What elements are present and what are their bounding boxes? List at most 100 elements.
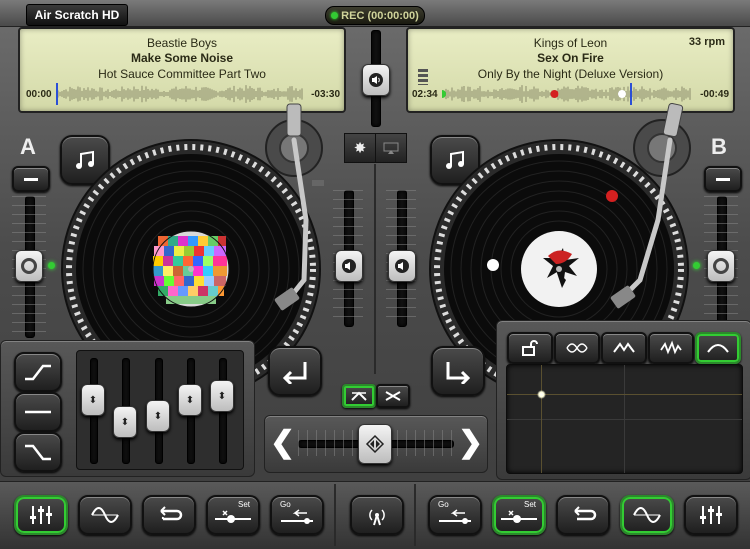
highshelf-icon [25,364,51,381]
deck-b-track: Sex On Fire [537,51,604,65]
airplay-icon [383,142,399,154]
eq-curve-high-button[interactable] [14,352,62,392]
deck-a-eq-button[interactable] [14,495,68,535]
curve-smooth-icon [351,391,367,401]
deck-a-pitch-minus-button[interactable] [12,166,50,192]
filter-phaser-button[interactable] [554,332,600,364]
xy-pad-cursor[interactable] [537,390,546,399]
return-arrow-icon [282,362,307,384]
bottom-divider-right [414,484,416,546]
deck-a-tonearm[interactable] [232,100,332,320]
curve-sharp-icon [385,391,401,401]
sine-wave-icon [91,507,119,523]
filter-flanger-button[interactable] [601,332,647,364]
deck-b-pitch-minus-button[interactable] [704,166,742,192]
deck-b-volume-fader[interactable] [388,250,416,282]
deck-a-filter-button[interactable] [78,495,132,535]
deck-b-pitch-fader[interactable] [707,250,735,282]
spin-marker [487,259,499,271]
return-arrow-icon [446,362,471,384]
filter-xy-pad[interactable] [506,364,743,474]
deck-b-loop-button[interactable] [556,495,610,535]
deck-b-time-remaining: -00:49 [700,89,729,100]
crossfader-knob[interactable] [358,424,392,464]
deck-b-tonearm[interactable] [600,100,700,320]
cue-set-label: Set [524,500,537,509]
cue-marker [550,90,559,98]
leftright-icon [365,434,385,454]
deck-a-return-button[interactable] [268,346,322,396]
master-volume-fader[interactable] [362,64,390,96]
settings-button[interactable]: ✸ [344,133,376,163]
knob-icon [21,258,37,274]
deck-b-artist: Kings of Leon [533,36,608,50]
antenna-icon [369,509,385,526]
updown-icon: ⬍ [120,416,130,428]
crossfader-curve-sharp-button[interactable] [376,384,410,408]
lock-icon [522,340,538,356]
updown-icon: ⬍ [153,410,163,422]
updown-icon: ⬍ [88,394,98,406]
deck-b-cue-set-button[interactable]: Set [492,495,546,535]
go-cue-label: Go [438,500,449,509]
deck-b-list-icon[interactable] [418,69,428,85]
distortion-icon [660,340,682,355]
loop-marker [618,90,626,98]
eq-band-1-fader[interactable]: ⬍ [81,384,105,416]
updown-icon: ⬍ [185,394,195,406]
eq-band-2-fader[interactable]: ⬍ [113,406,137,438]
broadcast-button[interactable] [350,495,404,535]
crossfader-right-arrow[interactable]: ❯ [458,425,483,461]
start-marker [442,90,446,98]
deck-b-letter: B [711,134,727,159]
deck-a-pitch-center-led [48,262,55,269]
airplay-button[interactable] [375,133,407,163]
crossfader-curve-smooth-button[interactable] [342,384,376,408]
deck-b-rpm[interactable]: 33 rpm [689,36,725,48]
phaser-icon [566,343,588,353]
filter-lock-button[interactable] [507,332,553,364]
deck-b-album: Only By the Night (Deluxe Version) [477,67,664,81]
deck-b-return-button[interactable] [431,346,485,396]
minus-icon [24,177,38,181]
app-title: Air Scratch HD [34,8,120,22]
deck-b-filter-button[interactable] [620,495,674,535]
gear-icon: ✸ [353,140,367,157]
sine-wave-icon [633,507,661,523]
eq-band-5-fader[interactable]: ⬍ [210,380,234,412]
deck-a-letter: A [20,134,36,159]
crossfader-left-arrow[interactable]: ❮ [270,425,295,461]
rec-label: REC (00:00:00) [341,9,419,22]
deck-a-track: Make Some Noise [130,51,234,65]
deck-b-time-elapsed: 02:34 [412,89,438,100]
knob-icon [713,258,729,274]
eq-curve-low-button[interactable] [14,432,62,472]
rec-button[interactable]: REC (00:00:00) [325,6,425,25]
flat-icon [25,410,51,414]
eq-curve-flat-button[interactable] [14,392,62,432]
app-title-badge[interactable]: Air Scratch HD [26,4,128,26]
filter-distortion-button[interactable] [648,332,694,364]
loop-icon [160,506,183,521]
deck-a-album: Hot Sauce Committee Part Two [98,67,266,81]
deck-a-loop-button[interactable] [142,495,196,535]
deck-a-time-remaining: -03:30 [311,89,340,100]
lowpass-icon [707,344,729,353]
deck-a-time-elapsed: 00:00 [26,89,52,100]
eq-band-3-fader[interactable]: ⬍ [146,400,170,432]
deck-a-volume-fader[interactable] [335,250,363,282]
speaker-icon [342,259,356,273]
deck-a-cue-set-button[interactable]: Set [206,495,260,535]
minus-icon [716,177,730,181]
deck-b-go-cue-button[interactable]: Go [428,495,482,535]
deck-a-pitch-fader[interactable] [15,250,43,282]
flanger-icon [613,342,635,353]
loop-icon [574,506,597,521]
filter-lowpass-button[interactable] [695,332,741,364]
deck-a-go-cue-button[interactable]: Go [270,495,324,535]
xy-pad-grid-h [507,419,742,420]
speaker-icon [369,73,383,87]
deck-b-eq-button[interactable] [684,495,738,535]
eq-band-4-fader[interactable]: ⬍ [178,384,202,416]
cue-set-label: Set [238,500,251,509]
